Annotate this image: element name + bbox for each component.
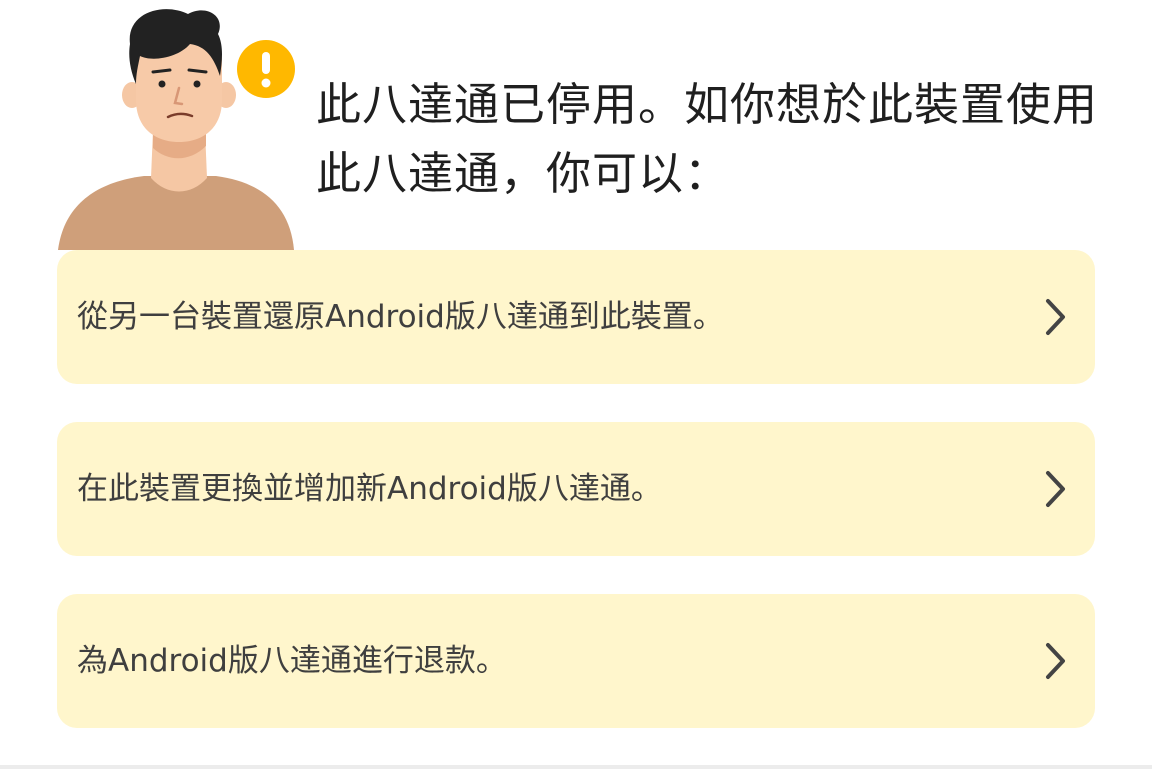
chevron-right-icon: [1046, 643, 1065, 679]
chevron-right-icon: [1046, 471, 1065, 507]
deactivated-message: 此八達通已停用。如你想於此裝置使用此八達通，你可以：: [316, 78, 1099, 200]
person-with-warning-icon: [58, 9, 295, 250]
chevron-right-icon: [1046, 299, 1065, 335]
bottom-divider: [0, 765, 1152, 769]
option-label: 從另一台裝置還原Android版八達通到此裝置。: [77, 299, 724, 335]
deactivated-card-page: 此八達通已停用。如你想於此裝置使用此八達通，你可以： 從另一台裝置還原Andro…: [0, 0, 1152, 769]
replace-and-add-new-card-button[interactable]: 在此裝置更換並增加新Android版八達通。: [57, 422, 1095, 556]
refund-card-button[interactable]: 為Android版八達通進行退款。: [57, 594, 1095, 728]
option-label: 在此裝置更換並增加新Android版八達通。: [77, 471, 662, 507]
option-label: 為Android版八達通進行退款。: [77, 643, 507, 679]
restore-from-other-device-button[interactable]: 從另一台裝置還原Android版八達通到此裝置。: [57, 250, 1095, 384]
